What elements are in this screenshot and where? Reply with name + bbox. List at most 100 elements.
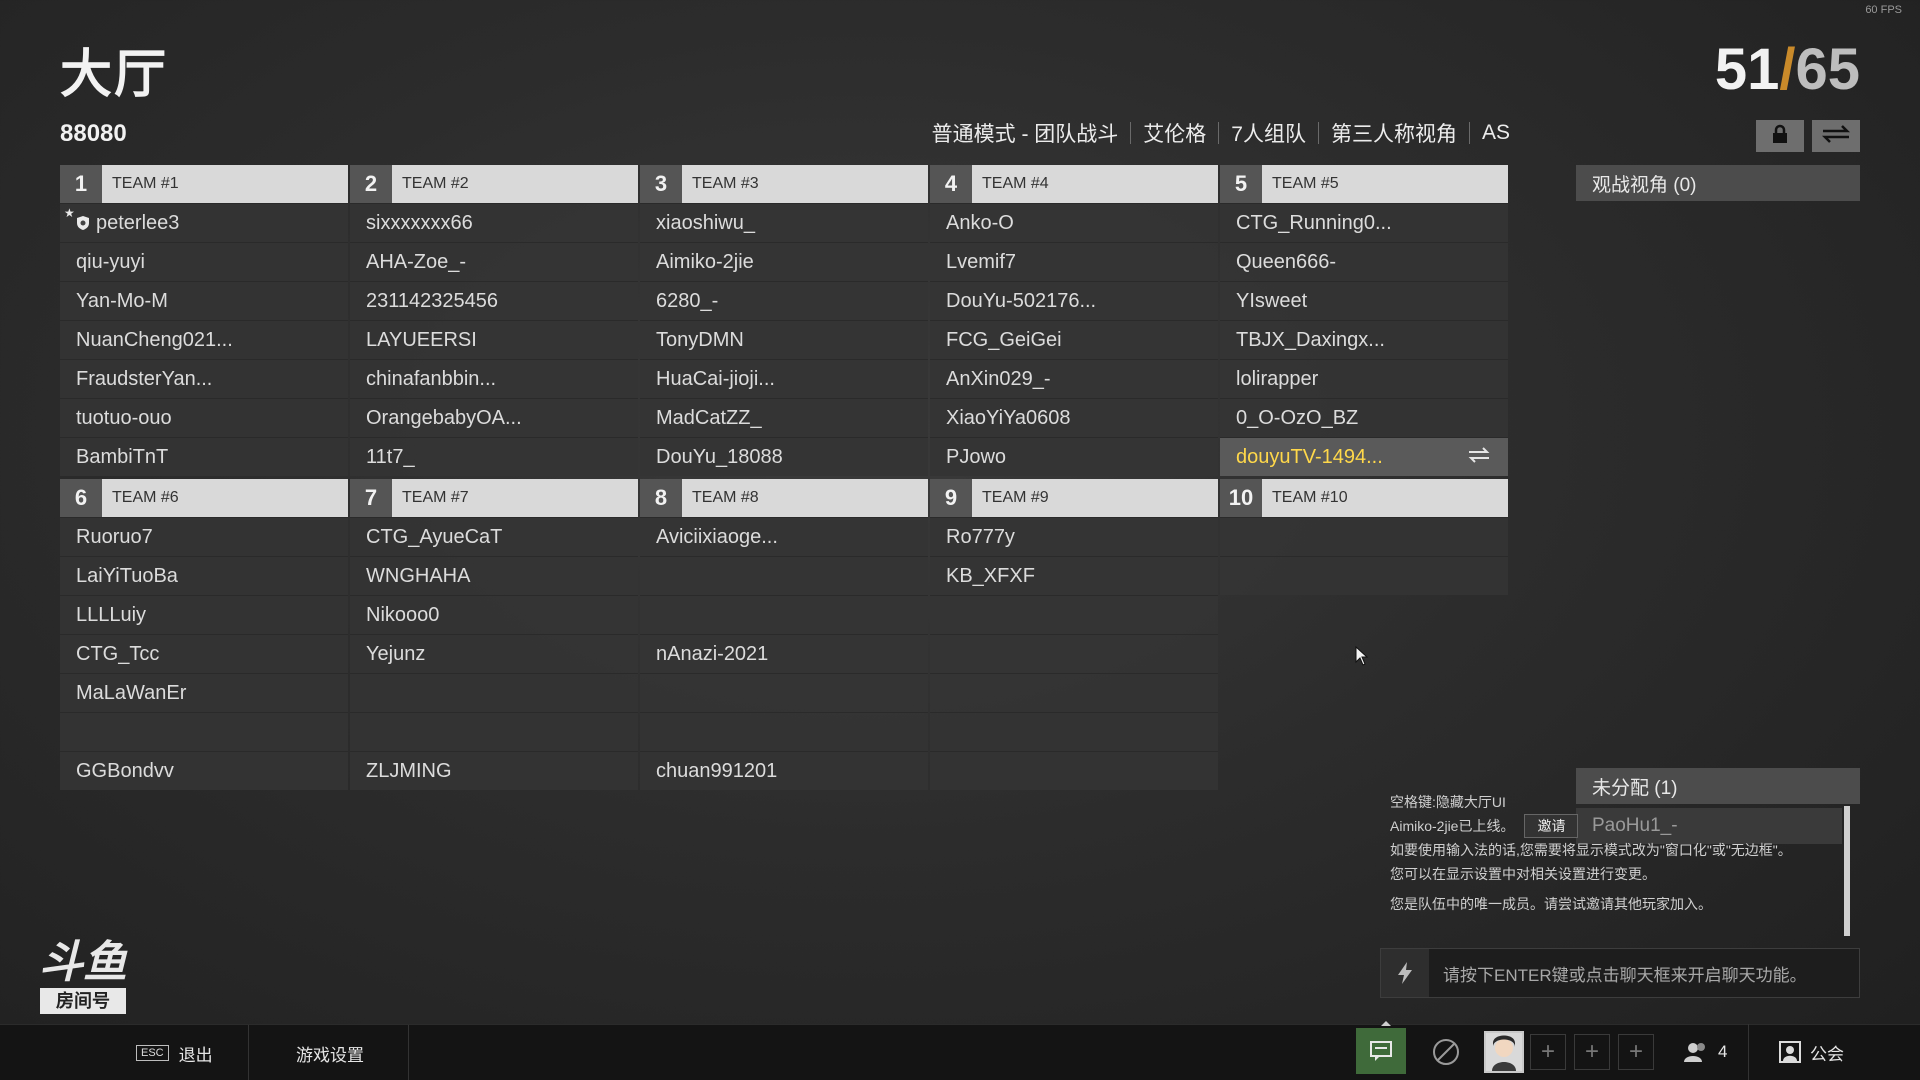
player-slot[interactable]: Yejunz: [350, 634, 638, 673]
add-teammate-button[interactable]: +: [1530, 1034, 1566, 1070]
player-slot[interactable]: Aimiko-2jie: [640, 242, 928, 281]
player-slot[interactable]: YIsweet: [1220, 281, 1508, 320]
team-header[interactable]: 6 TEAM #6: [60, 479, 348, 517]
player-slot[interactable]: [930, 673, 1218, 712]
clan-icon: [1778, 1040, 1802, 1064]
player-slot[interactable]: [640, 595, 928, 634]
player-slot[interactable]: AHA-Zoe_-: [350, 242, 638, 281]
player-slot[interactable]: NuanCheng021...: [60, 320, 348, 359]
player-slot[interactable]: sixxxxxxx66: [350, 203, 638, 242]
team-header[interactable]: 10 TEAM #10: [1220, 479, 1508, 517]
player-slot[interactable]: nAnazi-2021: [640, 634, 928, 673]
no-voice-icon[interactable]: [1428, 1034, 1464, 1070]
player-slot[interactable]: [60, 712, 348, 751]
player-count-total: 65: [1795, 37, 1860, 102]
player-slot[interactable]: FraudsterYan...: [60, 359, 348, 398]
team-header[interactable]: 3 TEAM #3: [640, 165, 928, 203]
player-slot[interactable]: [640, 712, 928, 751]
player-name: douyuTV-1494...: [1236, 445, 1383, 468]
player-slot[interactable]: TonyDMN: [640, 320, 928, 359]
player-slot[interactable]: LAYUEERSI: [350, 320, 638, 359]
player-slot[interactable]: Yan-Mo-M: [60, 281, 348, 320]
player-slot[interactable]: [930, 634, 1218, 673]
add-teammate-button[interactable]: +: [1618, 1034, 1654, 1070]
chat-input[interactable]: 请按下ENTER键或点击聊天框来开启聊天功能。: [1380, 948, 1860, 998]
player-slot[interactable]: DouYu_18088: [640, 437, 928, 476]
player-slot[interactable]: PJowo: [930, 437, 1218, 476]
player-slot[interactable]: Queen666-: [1220, 242, 1508, 281]
player-slot[interactable]: [350, 673, 638, 712]
team-header[interactable]: 2 TEAM #2: [350, 165, 638, 203]
player-avatar[interactable]: [1484, 1031, 1524, 1073]
player-slot[interactable]: DouYu-502176...: [930, 281, 1218, 320]
player-slot[interactable]: [1220, 556, 1508, 595]
clan-button[interactable]: 公会: [1778, 1024, 1844, 1080]
player-slot[interactable]: ZLJMING: [350, 751, 638, 790]
player-slot[interactable]: TBJX_Daxingx...: [1220, 320, 1508, 359]
chat-bubble-icon[interactable]: [1356, 1028, 1406, 1074]
game-settings-button[interactable]: 游戏设置: [296, 1025, 364, 1080]
player-slot[interactable]: CTG_Running0...: [1220, 203, 1508, 242]
lightning-icon[interactable]: [1381, 949, 1429, 997]
team-header[interactable]: 9 TEAM #9: [930, 479, 1218, 517]
player-slot[interactable]: [640, 673, 928, 712]
swap-arrows-icon[interactable]: [1468, 446, 1490, 469]
exit-button[interactable]: ESC 退出: [136, 1025, 213, 1080]
team-header[interactable]: 4 TEAM #4: [930, 165, 1218, 203]
player-slot[interactable]: AnXin029_-: [930, 359, 1218, 398]
player-slot-self[interactable]: douyuTV-1494...: [1220, 437, 1508, 476]
player-slot[interactable]: WNGHAHA: [350, 556, 638, 595]
douyu-room-label: 房间号: [40, 988, 126, 1014]
player-name: peterlee3: [96, 211, 180, 234]
player-slot[interactable]: LaiYiTuoBa: [60, 556, 348, 595]
player-slot[interactable]: [350, 712, 638, 751]
player-slot[interactable]: [640, 556, 928, 595]
player-slot[interactable]: CTG_Tcc: [60, 634, 348, 673]
player-slot[interactable]: [1220, 517, 1508, 556]
team-header[interactable]: 7 TEAM #7: [350, 479, 638, 517]
player-slot[interactable]: [930, 751, 1218, 790]
player-slot[interactable]: [930, 712, 1218, 751]
player-slot[interactable]: BambiTnT: [60, 437, 348, 476]
player-slot[interactable]: chuan991201: [640, 751, 928, 790]
team-header[interactable]: 5 TEAM #5: [1220, 165, 1508, 203]
player-slot[interactable]: Ruoruo7: [60, 517, 348, 556]
team-header[interactable]: 8 TEAM #8: [640, 479, 928, 517]
player-slot[interactable]: GGBondvv: [60, 751, 348, 790]
add-teammate-button[interactable]: +: [1574, 1034, 1610, 1070]
player-slot[interactable]: CTG_AyueCaT: [350, 517, 638, 556]
chat-line: 空格键:隐藏大厅UI: [1390, 794, 1506, 810]
swap-teams-button[interactable]: [1812, 120, 1860, 152]
player-slot[interactable]: MaLaWanEr: [60, 673, 348, 712]
player-slot[interactable]: 6280_-: [640, 281, 928, 320]
player-slot[interactable]: MadCatZZ_: [640, 398, 928, 437]
player-slot[interactable]: xiaoshiwu_: [640, 203, 928, 242]
friends-button[interactable]: 4: [1684, 1024, 1727, 1080]
player-slot[interactable]: Anko-O: [930, 203, 1218, 242]
player-slot[interactable]: FCG_GeiGei: [930, 320, 1218, 359]
player-slot[interactable]: 11t7_: [350, 437, 638, 476]
player-slot[interactable]: 0_O-OzO_BZ: [1220, 398, 1508, 437]
player-slot[interactable]: Aviciixiaoge...: [640, 517, 928, 556]
team-card: 1 TEAM #1 ★ peterlee3 qiu-yuyi Yan-Mo-M …: [60, 165, 348, 476]
player-slot[interactable]: HuaCai-jioji...: [640, 359, 928, 398]
player-slot[interactable]: OrangebabyOA...: [350, 398, 638, 437]
player-slot[interactable]: KB_XFXF: [930, 556, 1218, 595]
player-slot[interactable]: tuotuo-ouo: [60, 398, 348, 437]
player-slot[interactable]: lolirapper: [1220, 359, 1508, 398]
player-slot[interactable]: Ro777y: [930, 517, 1218, 556]
player-slot[interactable]: LLLLuiy: [60, 595, 348, 634]
player-slot[interactable]: [930, 595, 1218, 634]
player-slot[interactable]: qiu-yuyi: [60, 242, 348, 281]
player-slot[interactable]: ★ peterlee3: [60, 203, 348, 242]
player-slot[interactable]: 231142325456: [350, 281, 638, 320]
player-slot[interactable]: XiaoYiYa0608: [930, 398, 1218, 437]
lock-button[interactable]: [1756, 120, 1804, 152]
team-header[interactable]: 1 TEAM #1: [60, 165, 348, 203]
player-slot[interactable]: chinafanbbin...: [350, 359, 638, 398]
invite-button[interactable]: 邀请: [1524, 814, 1579, 838]
team-name: TEAM #6: [112, 489, 179, 506]
player-slot[interactable]: Nikooo0: [350, 595, 638, 634]
spectator-header[interactable]: 观战视角 (0): [1576, 165, 1860, 201]
player-slot[interactable]: Lvemif7: [930, 242, 1218, 281]
